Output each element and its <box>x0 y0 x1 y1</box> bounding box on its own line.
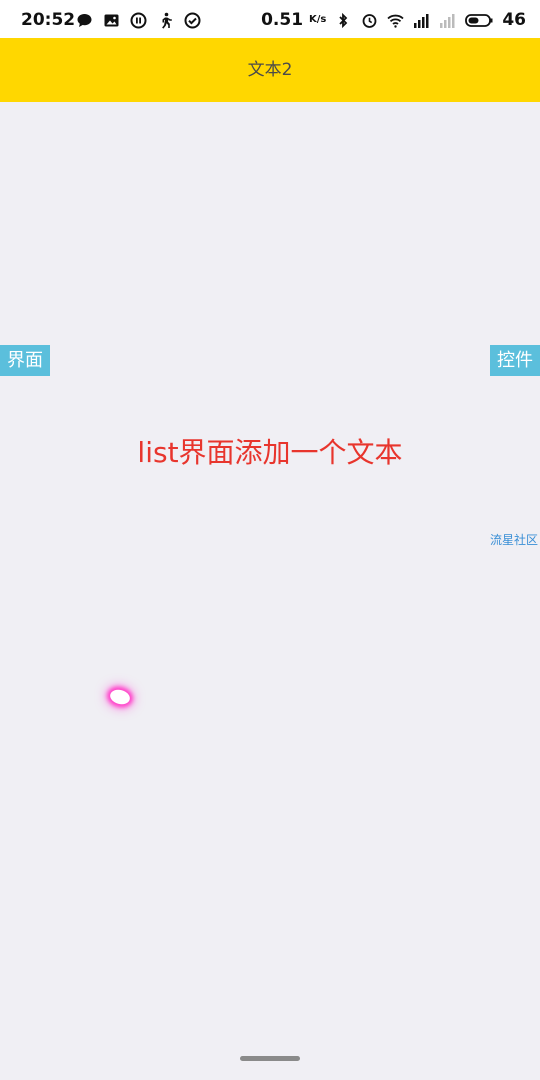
pause-circle-icon <box>130 12 147 29</box>
tab-interface[interactable]: 界面 <box>0 345 50 376</box>
signal-weak-icon <box>440 13 455 28</box>
battery-level: 46 <box>502 10 526 30</box>
signal-icon <box>414 13 429 28</box>
tab-controls[interactable]: 控件 <box>490 345 540 376</box>
alarm-icon <box>362 13 377 28</box>
system-icons: 0.51 K/s 46 <box>261 11 526 29</box>
check-circle-icon <box>184 12 201 29</box>
home-indicator[interactable] <box>240 1056 300 1061</box>
center-text: list界面添加一个文本 <box>137 436 403 469</box>
community-link[interactable]: 流星社区 <box>490 532 538 548</box>
touch-indicator <box>108 687 132 707</box>
wifi-icon <box>387 14 404 28</box>
walk-icon <box>162 12 172 29</box>
page-title: 文本2 <box>247 60 293 80</box>
toolbar: 文本2 <box>0 38 540 102</box>
network-speed: 0.51 K/s <box>261 10 327 30</box>
chat-icon <box>77 14 92 27</box>
battery-icon <box>465 13 493 27</box>
status-time: 20:52 <box>21 10 76 30</box>
notification-icons <box>76 12 201 29</box>
status-bar: 20:52 0.51 K/s 46 <box>0 0 540 38</box>
image-icon <box>104 14 119 27</box>
bluetooth-icon <box>339 12 348 28</box>
